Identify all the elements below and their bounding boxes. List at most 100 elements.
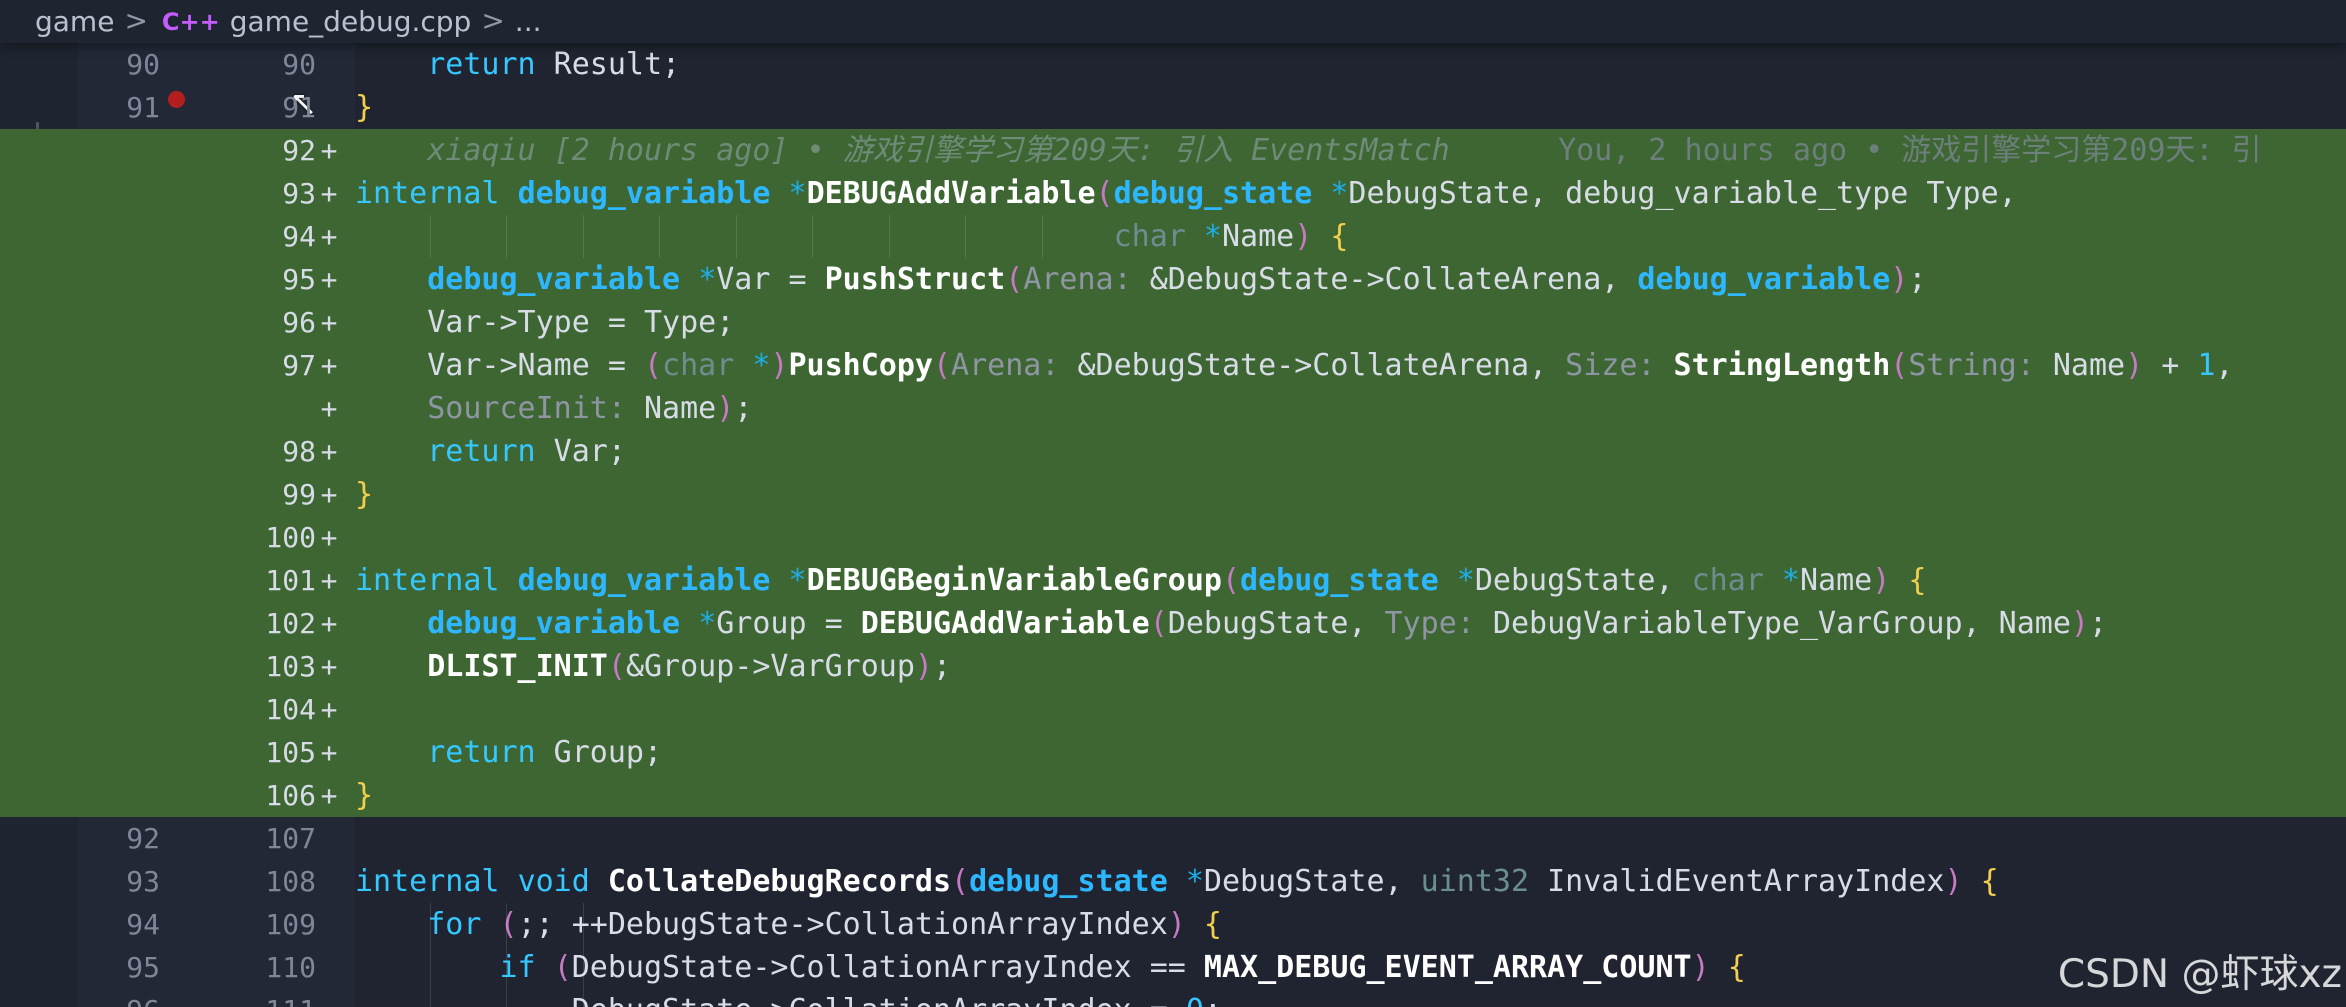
code-line[interactable]: 103 + DLIST_INIT(&Group->VarGroup);	[0, 645, 2346, 688]
code-text[interactable]: return Result;	[355, 43, 680, 86]
code-text[interactable]: Var->Name = (char *)PushCopy(Arena: &Deb…	[355, 344, 2233, 387]
git-blame-inline: You, 2 hours ago • 游戏引擎学习第209天: 引	[1558, 133, 2262, 168]
new-line-number: 100	[265, 521, 316, 554]
breadcrumb-folder[interactable]: game	[35, 5, 114, 38]
diff-marker: +	[320, 177, 338, 210]
code-text[interactable]: return Var;	[355, 430, 626, 473]
code-line[interactable]: 101 + internal debug_variable *DEBUGBeginV…	[0, 559, 2346, 602]
code-line[interactable]: 95 + debug_variable *Var = PushStruct(Are…	[0, 258, 2346, 301]
diff-marker: +	[320, 564, 338, 597]
code-line[interactable]: 96 111 DebugState->CollationArrayIndex = …	[0, 989, 2346, 1007]
code-line[interactable]: 95 110 if (DebugState->CollationArrayInde…	[0, 946, 2346, 989]
code-text[interactable]: internal void CollateDebugRecords(debug_…	[355, 860, 1999, 903]
old-line-number: 92	[126, 822, 160, 855]
code-line[interactable]: 93 + internal debug_variable *DEBUGAddVari…	[0, 172, 2346, 215]
code-text[interactable]: if (DebugState->CollationArrayIndex == M…	[355, 946, 1746, 989]
code-line[interactable]: 96 + Var->Type = Type;	[0, 301, 2346, 344]
indent-guide	[659, 215, 660, 258]
code-line[interactable]: 100 +	[0, 516, 2346, 559]
code-text[interactable]: internal debug_variable *DEBUGBeginVaria…	[355, 559, 1926, 602]
code-line[interactable]: 106 +}	[0, 774, 2346, 817]
code-text[interactable]: xiaqiu [2 hours ago] • 游戏引擎学习第209天: 引入 E…	[355, 129, 2262, 172]
code-text[interactable]: debug_variable *Group = DEBUGAddVariable…	[355, 602, 2107, 645]
indent-guide	[965, 215, 966, 258]
code-line[interactable]: 94 109 for (;; ++DebugState->CollationArr…	[0, 903, 2346, 946]
code-text[interactable]: internal debug_variable *DEBUGAddVariabl…	[355, 172, 2017, 215]
indent-guide	[889, 215, 890, 258]
new-line-number: 91	[282, 91, 316, 124]
diff-marker: +	[320, 650, 338, 683]
cpp-file-icon: C++	[161, 7, 220, 36]
code-editor[interactable]: ↶ ＋ ↖ 9090 return Result;9191}92+ xiaqiu…	[0, 0, 2346, 1007]
diff-marker: +	[320, 693, 338, 726]
code-text[interactable]: for (;; ++DebugState->CollationArrayInde…	[355, 903, 1222, 946]
old-line-number: 94	[126, 908, 160, 941]
diff-marker: +	[320, 779, 338, 812]
code-text[interactable]: DLIST_INIT(&Group->VarGroup);	[355, 645, 951, 688]
indent-guide	[430, 989, 431, 1007]
new-line-number: 97	[282, 349, 316, 382]
old-line-number	[90, 172, 160, 215]
code-line[interactable]: 92 107	[0, 817, 2346, 860]
old-line-number	[90, 129, 160, 172]
code-line[interactable]: 102 + debug_variable *Group = DEBUGAddVar…	[0, 602, 2346, 645]
code-line[interactable]: 94 + char *Name) {	[0, 215, 2346, 258]
code-line[interactable]: 105 + return Group;	[0, 731, 2346, 774]
new-line-number: 94	[282, 220, 316, 253]
new-line-number: 90	[282, 48, 316, 81]
code-text[interactable]: }	[355, 774, 373, 817]
code-text[interactable]: char *Name) {	[355, 215, 1349, 258]
diff-marker: +	[320, 521, 338, 554]
diff-marker: +	[320, 736, 338, 769]
code-text[interactable]: debug_variable *Var = PushStruct(Arena: …	[355, 258, 1926, 301]
indent-guide	[430, 215, 431, 258]
old-line-number	[90, 645, 160, 688]
code-text[interactable]: Var->Type = Type;	[355, 301, 734, 344]
indent-guide	[506, 946, 507, 989]
new-line-number: 99	[282, 478, 316, 511]
old-line-number: 91	[126, 91, 160, 124]
code-text[interactable]: return Group;	[355, 731, 662, 774]
new-line-number: 102	[265, 607, 316, 640]
indent-guide	[506, 215, 507, 258]
diff-marker	[318, 860, 340, 903]
code-text[interactable]: DebugState->CollationArrayIndex = 0;	[355, 989, 1222, 1007]
indent-guide	[583, 903, 584, 946]
old-line-number	[90, 559, 160, 602]
code-line[interactable]: 98 + return Var;	[0, 430, 2346, 473]
old-line-number	[90, 602, 160, 645]
code-line[interactable]: 93 108 internal void CollateDebugRecords(d…	[0, 860, 2346, 903]
code-line[interactable]: + SourceInit: Name);	[0, 387, 2346, 430]
code-line[interactable]: 99 +}	[0, 473, 2346, 516]
new-line-number: 106	[265, 779, 316, 812]
code-line[interactable]: 97 + Var->Name = (char *)PushCopy(Arena: …	[0, 344, 2346, 387]
new-line-number: 95	[282, 263, 316, 296]
diff-marker: +	[320, 349, 338, 382]
diff-marker: +	[320, 392, 338, 425]
indent-guide	[506, 989, 507, 1007]
code-line[interactable]: 92 + xiaqiu [2 hours ago] • 游戏引擎学习第209天: …	[0, 129, 2346, 172]
indent-guide	[583, 215, 584, 258]
new-line-number: 110	[265, 951, 316, 984]
watermark-text: CSDN @虾球xz	[2057, 952, 2342, 997]
code-line[interactable]: 90 90 return Result;	[0, 43, 2346, 86]
new-line-number: 92	[282, 134, 316, 167]
new-line-number: 108	[265, 865, 316, 898]
diff-marker	[318, 86, 340, 129]
old-line-number	[90, 344, 160, 387]
code-line[interactable]: 104 +	[0, 688, 2346, 731]
breadcrumb-ellipsis[interactable]: ...	[515, 5, 542, 38]
code-text[interactable]: }	[355, 86, 373, 129]
diff-marker	[318, 43, 340, 86]
diff-marker: +	[320, 263, 338, 296]
new-line-number: 104	[265, 693, 316, 726]
old-line-number	[90, 731, 160, 774]
diff-marker: +	[320, 478, 338, 511]
new-line-number: 96	[282, 306, 316, 339]
code-text[interactable]: }	[355, 473, 373, 516]
code-line[interactable]: 91 91}	[0, 86, 2346, 129]
breadcrumb-file[interactable]: game_debug.cpp	[230, 5, 472, 38]
breadcrumb-separator-icon: >	[124, 4, 148, 37]
code-text[interactable]: SourceInit: Name);	[355, 387, 752, 430]
new-line-number: 109	[265, 908, 316, 941]
